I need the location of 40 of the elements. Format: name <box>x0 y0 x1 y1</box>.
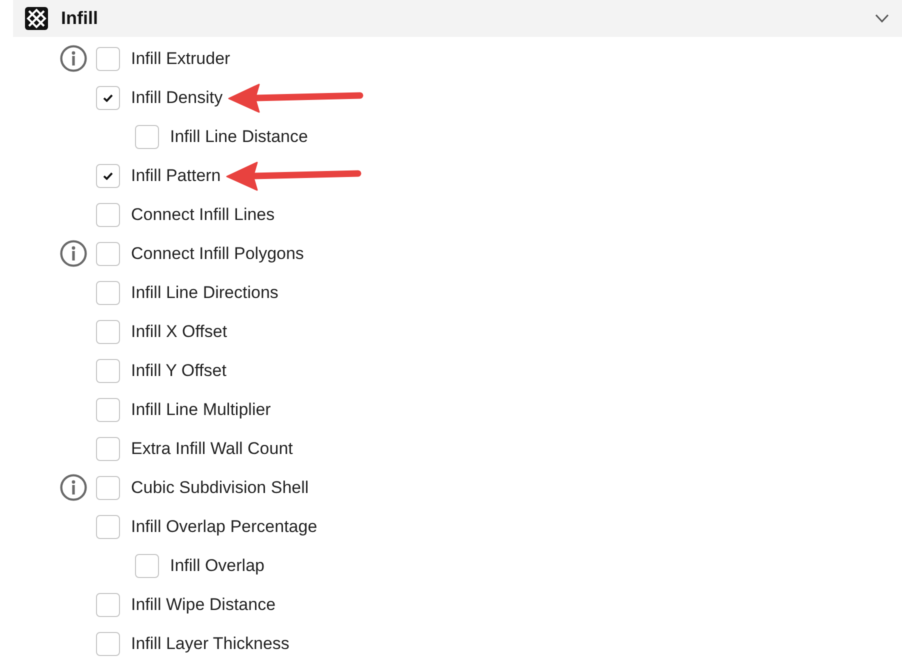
checkbox[interactable] <box>96 476 120 500</box>
checkbox[interactable] <box>96 280 120 304</box>
checkmark-icon <box>103 172 113 180</box>
checkmark-icon <box>103 94 113 102</box>
info-icon[interactable] <box>60 240 87 267</box>
section-title: Infill <box>61 8 99 29</box>
setting-label: Extra Infill Wall Count <box>131 438 293 458</box>
setting-label: Infill Pattern <box>131 166 221 186</box>
info-icon[interactable] <box>60 45 87 72</box>
setting-label: Cubic Subdivision Shell <box>131 478 309 498</box>
checkbox[interactable] <box>96 320 120 344</box>
checkbox[interactable] <box>96 514 120 538</box>
setting-label: Infill Density <box>131 88 223 108</box>
infill-pattern-icon <box>25 7 48 30</box>
checkbox[interactable] <box>96 592 120 616</box>
setting-label: Infill Line Multiplier <box>131 400 271 420</box>
checkbox[interactable] <box>135 554 159 578</box>
checkbox[interactable] <box>96 242 120 266</box>
setting-label: Infill Wipe Distance <box>131 594 276 614</box>
setting-label: Infill Line Directions <box>131 282 278 302</box>
checkbox[interactable] <box>96 436 120 460</box>
setting-label: Infill Extruder <box>131 48 230 68</box>
checkbox[interactable] <box>96 46 120 70</box>
checkbox[interactable] <box>96 632 120 656</box>
section-header[interactable]: Infill <box>13 0 902 37</box>
setting-label: Infill Overlap <box>170 556 264 576</box>
setting-label: Infill Line Distance <box>170 126 308 146</box>
checkbox[interactable] <box>96 202 120 226</box>
setting-label: Infill Overlap Percentage <box>131 516 318 536</box>
setting-label: Infill Layer Thickness <box>131 634 290 654</box>
setting-label: Infill Y Offset <box>131 360 226 380</box>
setting-label: Connect Infill Polygons <box>131 244 304 264</box>
setting-label: Connect Infill Lines <box>131 204 275 224</box>
info-icon[interactable] <box>60 474 87 501</box>
checkbox[interactable] <box>96 358 120 382</box>
checkbox[interactable] <box>96 164 120 188</box>
checkbox[interactable] <box>96 398 120 422</box>
checkbox[interactable] <box>96 86 120 110</box>
checkbox[interactable] <box>135 124 159 148</box>
setting-label: Infill X Offset <box>131 322 228 342</box>
